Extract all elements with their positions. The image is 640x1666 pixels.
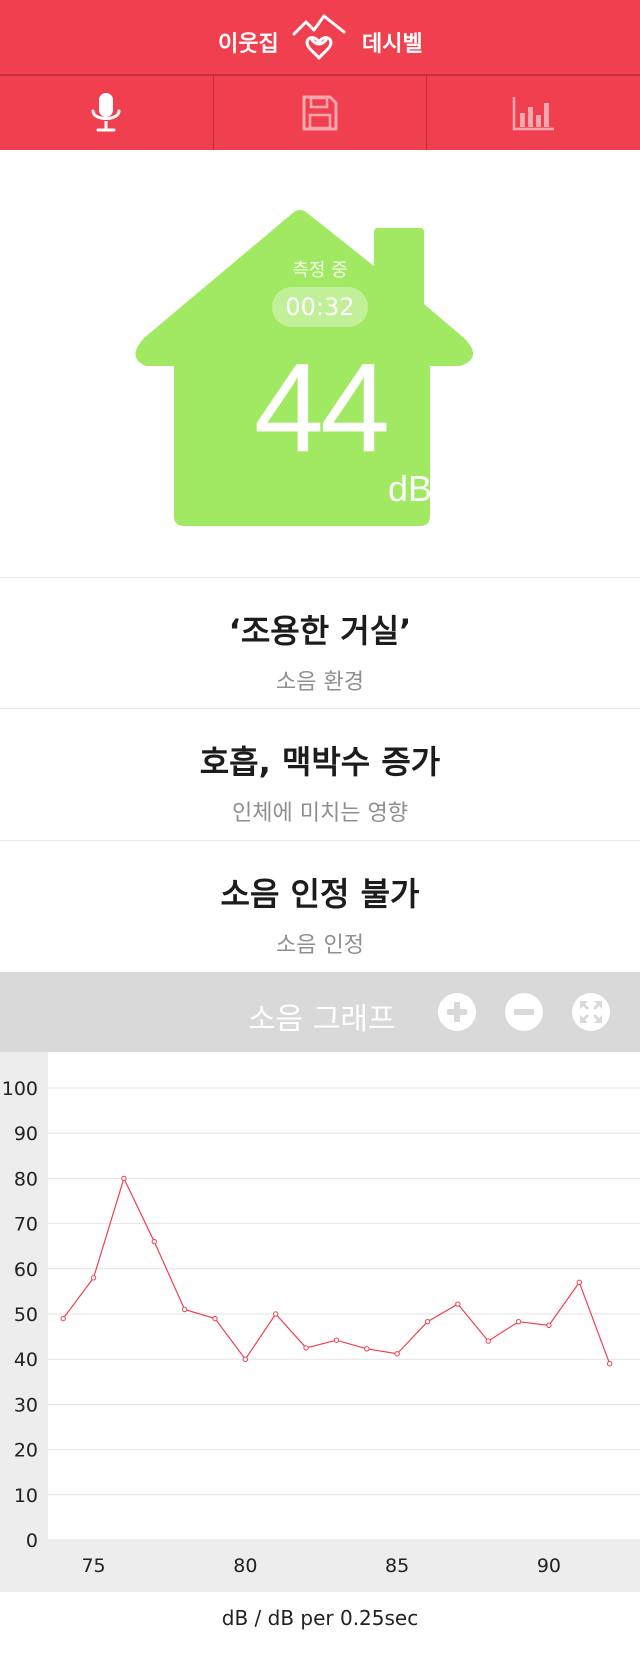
brand-name-right: 데시벨: [362, 32, 423, 57]
zoom-in-button[interactable]: [438, 993, 476, 1031]
data-point: [485, 1338, 491, 1344]
fullscreen-button[interactable]: [572, 993, 610, 1031]
fullscreen-icon: [580, 1001, 602, 1023]
data-point: [606, 1361, 613, 1367]
tab-chart[interactable]: [427, 76, 640, 150]
bar-chart-icon: [512, 97, 554, 131]
x-tick-label: 75: [81, 1555, 105, 1577]
y-tick-label: 20: [14, 1440, 38, 1462]
info-sub: 소음 환경: [276, 670, 364, 695]
info-noise-environment: ‘조용한 거실’ 소음 환경: [0, 577, 640, 708]
data-point: [546, 1322, 552, 1328]
data-point: [455, 1301, 461, 1307]
noise-line-chart: 0 10 20 30 40 50 60 70 80 90 100 75 80 85 90: [0, 1052, 640, 1592]
x-tick-label: 90: [537, 1555, 561, 1577]
y-tick-label: 100: [2, 1078, 38, 1100]
house-heart-logo-icon: [292, 14, 346, 60]
data-point: [394, 1351, 400, 1357]
data-point: [60, 1315, 66, 1322]
info-main: 호흡, 맥박수 증가: [199, 743, 441, 781]
info-main: 소음 인정 불가: [220, 875, 420, 913]
decibel-value: 44: [253, 337, 390, 478]
toolbar: [0, 76, 640, 150]
zoom-out-button[interactable]: [505, 993, 543, 1031]
info-noise-recognition: 소음 인정 불가 소음 인정: [0, 840, 640, 972]
brand-name-left: 이웃집: [218, 32, 279, 57]
data-point: [303, 1345, 309, 1351]
y-tick-label: 10: [14, 1485, 38, 1507]
graph-header: 소음 그래프: [0, 972, 640, 1052]
data-point: [90, 1275, 97, 1281]
info-sub: 인체에 미치는 영향: [232, 801, 408, 826]
data-point: [333, 1337, 340, 1343]
minus-icon: [514, 1009, 534, 1015]
tab-save[interactable]: [214, 76, 428, 150]
info-body-effect: 호흡, 맥박수 증가 인체에 미치는 영향: [0, 708, 640, 839]
y-tick-label: 90: [14, 1123, 38, 1145]
data-point: [272, 1311, 279, 1317]
data-point: [424, 1318, 431, 1325]
y-tick-label: 80: [14, 1168, 38, 1190]
data-point: [364, 1346, 370, 1352]
elapsed-timer: 00:32: [272, 287, 368, 327]
y-tick-label: 40: [14, 1349, 38, 1371]
info-main: ‘조용한 거실’: [228, 612, 412, 650]
info-sub: 소음 인정: [276, 933, 364, 958]
chart-unit-label: dB / dB per 0.25sec: [221, 1606, 419, 1630]
data-point: [515, 1318, 522, 1325]
tab-measure[interactable]: [0, 76, 214, 150]
data-point: [576, 1279, 582, 1286]
brand: 이웃집 데시벨: [0, 0, 640, 76]
save-icon: [302, 95, 338, 131]
plot-background: [48, 1052, 640, 1540]
data-point: [242, 1356, 249, 1362]
measuring-status: 측정 중: [292, 260, 348, 281]
y-tick-label: 70: [14, 1214, 38, 1236]
y-tick-label: 60: [14, 1259, 38, 1281]
data-point: [212, 1315, 218, 1322]
data-point: [151, 1238, 157, 1245]
microphone-icon: [91, 93, 121, 132]
y-tick-label: 0: [26, 1530, 38, 1552]
x-tick-label: 85: [385, 1555, 409, 1577]
y-tick-label: 50: [14, 1304, 38, 1326]
app-header: 이웃집 데시벨: [0, 0, 640, 76]
graph-title: 소음 그래프: [248, 1002, 396, 1037]
x-tick-label: 80: [233, 1555, 257, 1577]
decibel-unit: dB: [388, 468, 433, 509]
data-point: [181, 1306, 188, 1313]
plus-icon: [447, 1002, 467, 1022]
data-point: [121, 1175, 127, 1182]
y-tick-label: 30: [14, 1394, 38, 1416]
